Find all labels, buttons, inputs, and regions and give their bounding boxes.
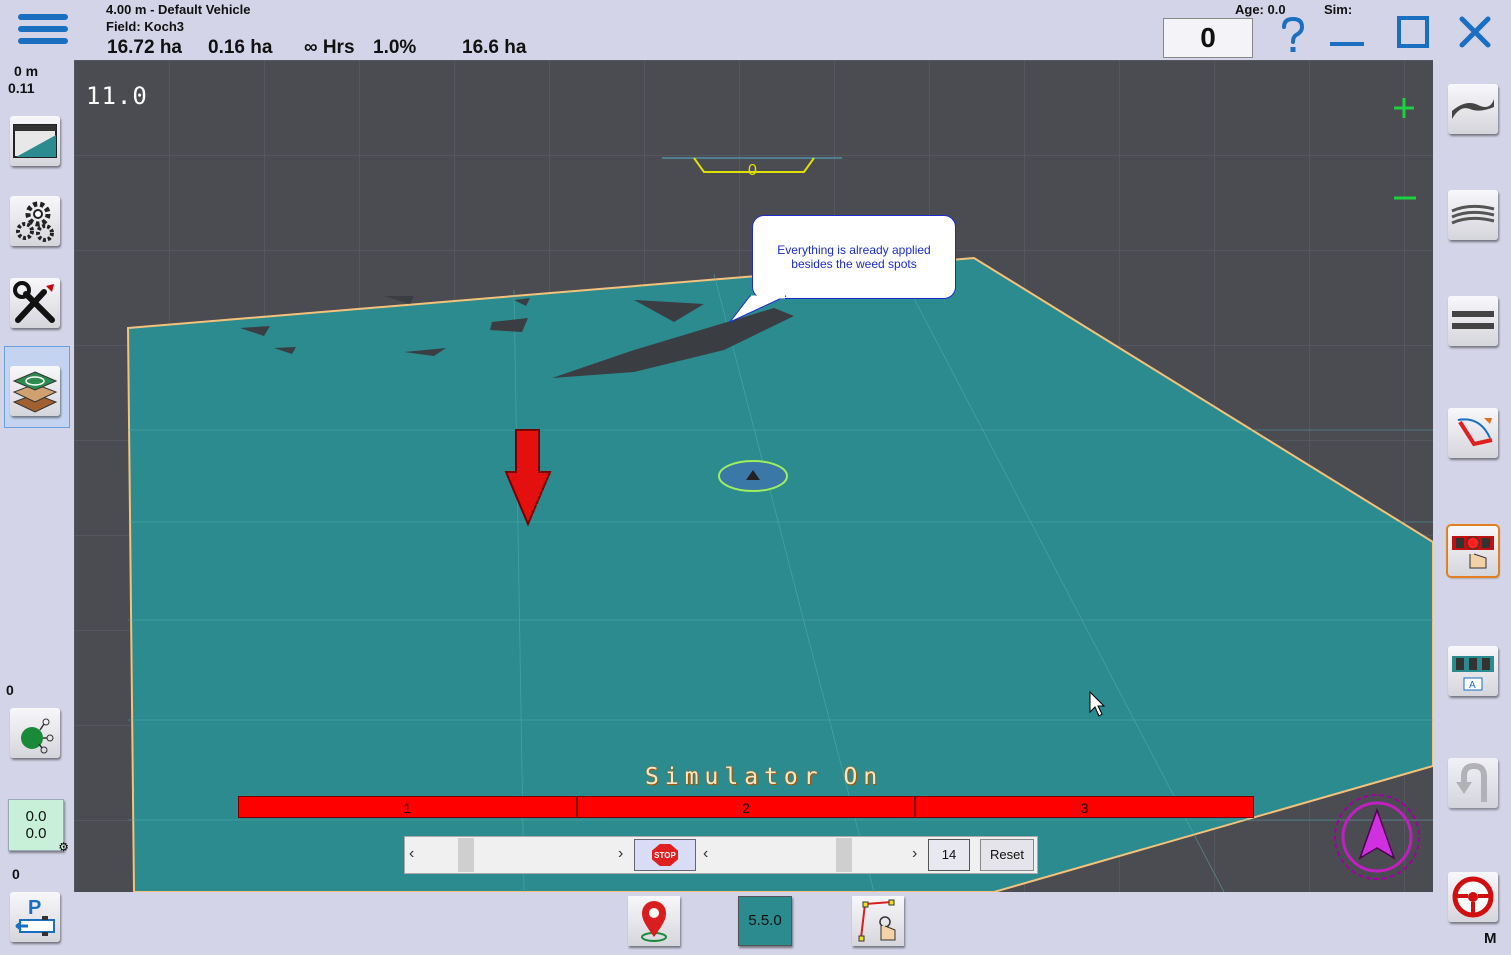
section-2[interactable]: 2 [576, 796, 916, 818]
section-bar: 1 2 3 [238, 796, 1255, 818]
steer-right-arrow[interactable]: › [618, 845, 623, 863]
autosteer-icon [1457, 418, 1493, 447]
abline-button[interactable] [1448, 296, 1498, 346]
hours-remaining: ∞ Hrs [304, 37, 355, 58]
boundary-edit-button[interactable] [852, 896, 904, 946]
section-manual-icon [1452, 536, 1494, 569]
rtk-count: 0 [6, 682, 14, 698]
counter-display: 0 [1163, 18, 1253, 58]
bottom-count: 0 [12, 866, 20, 882]
park-icon: P [15, 897, 55, 936]
callout-text: Everything is already applied besides th… [777, 243, 931, 271]
xy-readout-panel[interactable]: 0.0 0.0 ⚙ [8, 799, 69, 854]
section-auto-button[interactable]: A [1448, 646, 1498, 696]
info-callout: Everything is already applied besides th… [752, 215, 956, 299]
contour-button[interactable] [1448, 84, 1498, 134]
distance-readout: 0 m [14, 63, 39, 79]
callout-tail [729, 295, 787, 323]
contour-icon [1452, 99, 1494, 119]
area-done: 0.16 ha [208, 37, 273, 58]
age-label: Age: 0.0 [1235, 2, 1286, 17]
tram-number: 0 [748, 162, 757, 179]
xy-gear-icon: ⚙ [58, 840, 69, 854]
area-remaining: 16.6 ha [462, 37, 527, 58]
svg-text:A: A [1469, 680, 1476, 691]
section-3[interactable]: 3 [915, 796, 1255, 818]
sim-label: Sim: [1324, 2, 1353, 17]
steer-left-arrow[interactable]: ‹ [409, 845, 414, 863]
minimize-icon[interactable] [1324, 16, 1370, 56]
xy-bottom: 0.0 [25, 825, 47, 842]
stop-label: STOP [652, 844, 678, 866]
boundary-edit-icon [858, 899, 896, 942]
display-button[interactable] [10, 116, 60, 166]
steer-wheel-icon [1452, 876, 1494, 918]
zoom-readout: 11.0 [86, 82, 148, 110]
park-button[interactable]: P [10, 892, 60, 942]
speed-right-arrow[interactable]: › [912, 845, 917, 863]
speed-slider-thumb[interactable] [836, 838, 852, 872]
maximize-icon[interactable] [1390, 12, 1436, 52]
steer-slider-thumb[interactable] [458, 838, 474, 872]
simulator-status: Simulator On [645, 764, 884, 790]
xy-top: 0.0 [25, 808, 47, 825]
version-button[interactable]: 5.5.0 [738, 896, 792, 946]
offset-readout: 0.11 [8, 80, 35, 96]
display-icon [13, 124, 57, 158]
close-icon[interactable] [1452, 12, 1498, 52]
help-icon[interactable] [1270, 16, 1316, 56]
vehicle-label: 4.00 m - Default Vehicle [106, 2, 251, 17]
field-label: Field: Koch3 [106, 19, 185, 34]
autosteer-config-button[interactable] [1448, 408, 1498, 458]
section-auto-icon: A [1452, 656, 1494, 691]
compass-arrow-icon[interactable] [1332, 792, 1422, 882]
settings-icon [16, 201, 54, 242]
abline-icon [1452, 311, 1494, 329]
uturn-icon [1456, 762, 1487, 802]
tools-icon [13, 281, 55, 323]
section-1[interactable]: 1 [238, 796, 577, 818]
curve-button[interactable] [1448, 190, 1498, 240]
area-total: 16.72 ha [107, 37, 182, 58]
mode-label: M [1484, 930, 1497, 947]
map-pin-button[interactable] [628, 896, 680, 946]
map-pin-icon [641, 901, 667, 942]
tools-button[interactable] [10, 278, 60, 328]
reset-button[interactable]: Reset [980, 839, 1034, 871]
percent-done: 1.0% [373, 37, 417, 58]
curve-icon [1451, 204, 1495, 225]
svg-text:P: P [28, 897, 41, 919]
ntrip-icon [21, 718, 54, 754]
hamburger-icon[interactable] [18, 14, 68, 50]
speed-left-arrow[interactable]: ‹ [703, 845, 708, 863]
stop-button[interactable]: STOP [634, 839, 696, 871]
settings-button[interactable] [10, 196, 60, 246]
section-manual-button[interactable] [1446, 524, 1500, 578]
steer-wheel-button[interactable] [1448, 872, 1498, 922]
field-layers-button[interactable] [10, 366, 60, 416]
uturn-button[interactable] [1448, 758, 1498, 808]
ntrip-button[interactable] [10, 708, 60, 758]
speed-value: 14 [928, 839, 970, 871]
field-layers-icon [12, 371, 58, 413]
